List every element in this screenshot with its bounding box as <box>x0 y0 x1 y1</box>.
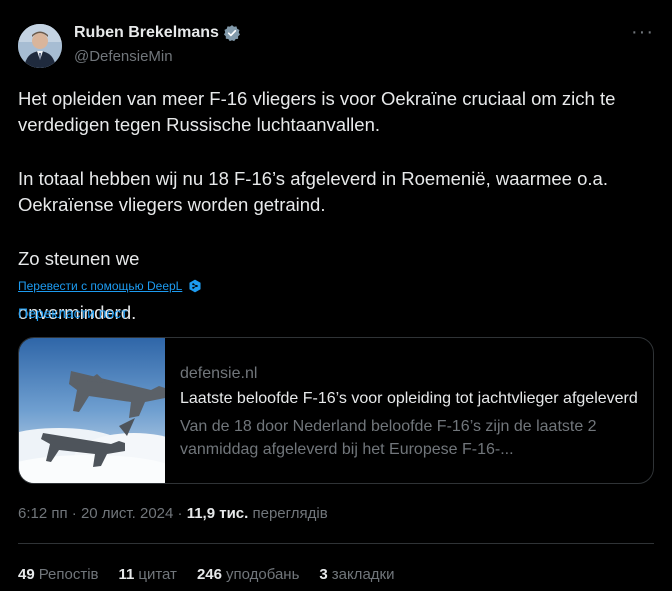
translate-post-link[interactable]: Перекласти пост <box>18 305 128 321</box>
quotes-count: 11 <box>118 566 135 583</box>
tweet-meta: 6:12 пп · 20 лист. 2024 · 11,9 тис. пере… <box>18 505 328 522</box>
quotes-label: цитат <box>138 566 177 583</box>
tweet-line: verdedigen tegen Russische luchtaanvalle… <box>18 114 381 135</box>
divider <box>18 543 654 544</box>
reposts-stat[interactable]: 49 Репостів <box>18 566 99 583</box>
author-handle[interactable]: @DefensieMin <box>74 48 173 65</box>
ukraine-flag-icon <box>148 251 170 267</box>
tweet-time[interactable]: 6:12 пп <box>18 505 68 522</box>
deepl-translate-link[interactable]: Перевести с помощью DeepL <box>18 279 182 293</box>
tweet-line: Het opleiden van meer F-16 vliegers is v… <box>18 88 616 109</box>
bookmarks-label: закладки <box>331 566 395 583</box>
tweet-line: In totaal hebben wij nu 18 F-16’s afgele… <box>18 168 608 189</box>
views-label: переглядів <box>252 505 328 522</box>
tweet-date[interactable]: 20 лист. 2024 <box>81 505 173 522</box>
link-card[interactable]: defensie.nl Laatste beloofde F-16’s voor… <box>18 337 654 484</box>
likes-count: 246 <box>196 566 222 583</box>
likes-stat[interactable]: 246 уподобань <box>197 566 299 583</box>
card-image <box>19 338 194 483</box>
reposts-label: Репостів <box>38 566 99 583</box>
reposts-count: 49 <box>18 566 35 583</box>
card-domain: defensie.nl <box>180 365 258 382</box>
tweet-line: Zo steunen we <box>18 248 140 269</box>
card-title: Laatste beloofde F-16’s voor opleiding t… <box>180 390 638 407</box>
deepl-logo-icon <box>188 279 202 293</box>
bookmarks-stat[interactable]: 3 закладки <box>319 566 394 583</box>
views-count: 11,9 тис. <box>186 505 249 522</box>
deepl-translate: Перевести с помощью DeepL <box>18 279 202 293</box>
tweet-line: Oekraïense vliegers worden getraind. <box>18 194 326 215</box>
avatar[interactable] <box>18 24 62 68</box>
bookmarks-count: 3 <box>319 566 328 583</box>
tweet-paragraph: In totaal hebben wij nu 18 F-16’s afgele… <box>18 166 654 218</box>
meta-separator: · <box>177 505 183 522</box>
likes-label: уподобань <box>225 566 300 583</box>
tweet-paragraph: Zo steunen we <box>18 246 654 272</box>
card-description: Van de 18 door Nederland beloofde F-16’s… <box>180 418 597 458</box>
author-name[interactable]: Ruben Brekelmans <box>74 24 219 42</box>
engagement-stats: 49 Репостів 11 цитат 246 уподобань 3 закладк… <box>18 566 394 583</box>
quotes-stat[interactable]: 11 цитат <box>119 566 177 583</box>
more-options-icon[interactable]: ··· <box>631 22 654 42</box>
tweet-header: Ruben Brekelmans @DefensieMin ··· <box>18 20 654 70</box>
verified-badge-icon[interactable] <box>223 24 241 42</box>
meta-separator: · <box>71 505 77 522</box>
tweet-paragraph: Het opleiden van meer F-16 vliegers is v… <box>18 86 654 138</box>
